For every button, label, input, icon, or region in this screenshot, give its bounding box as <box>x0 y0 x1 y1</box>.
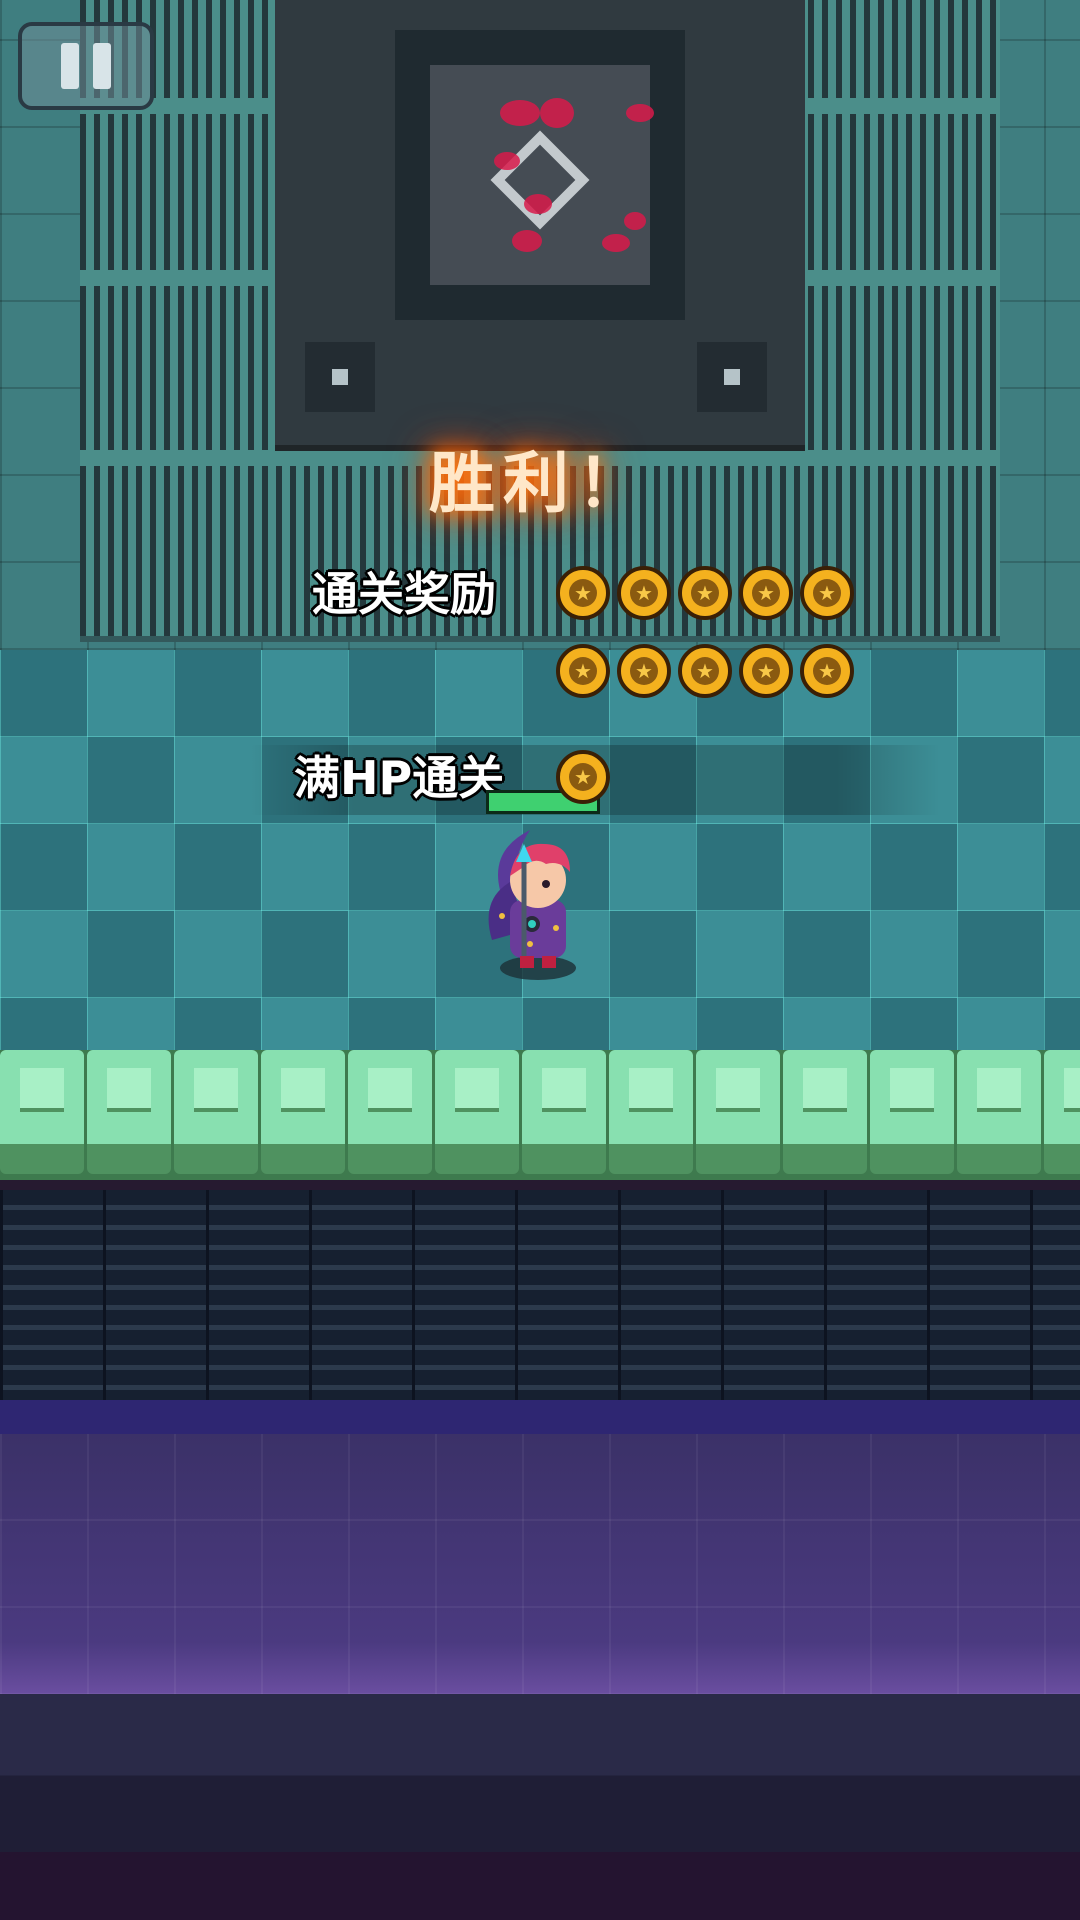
platform-stud <box>697 342 767 412</box>
lower-room <box>0 1434 1080 1694</box>
star-coin-icon: ★ <box>800 566 854 620</box>
star-coin-icon: ★ <box>739 566 793 620</box>
clear-reward-label: 通关奖励 <box>312 567 496 621</box>
green-block <box>87 1050 171 1174</box>
green-block <box>261 1050 345 1174</box>
star-coin-icon: ★ <box>556 750 610 804</box>
dark-wall <box>0 1180 1080 1410</box>
green-block <box>0 1050 84 1174</box>
green-block <box>783 1050 867 1174</box>
full-hp-reward-label: 满HP通关 <box>294 751 505 805</box>
pause-button[interactable] <box>18 22 154 110</box>
star-coin-icon: ★ <box>800 644 854 698</box>
star-coin-icon: ★ <box>678 644 732 698</box>
star-coin-icon: ★ <box>739 644 793 698</box>
star-coin-icon: ★ <box>556 644 610 698</box>
star-coin-icon: ★ <box>617 566 671 620</box>
green-block <box>696 1050 780 1174</box>
metal-chamber <box>0 0 1080 650</box>
green-block <box>522 1050 606 1174</box>
green-block <box>1044 1050 1080 1174</box>
green-block <box>609 1050 693 1174</box>
platform-stud <box>305 342 375 412</box>
green-block <box>174 1050 258 1174</box>
star-coin-icon: ★ <box>678 566 732 620</box>
star-coin-icon: ★ <box>617 644 671 698</box>
green-block <box>348 1050 432 1174</box>
green-block <box>957 1050 1041 1174</box>
victory-title: 胜利！ <box>429 445 651 522</box>
star-coin-icon: ★ <box>556 566 610 620</box>
pause-icon <box>61 43 111 89</box>
wizard-hero <box>488 830 576 980</box>
green-block <box>870 1050 954 1174</box>
green-block-wall <box>0 1050 1080 1180</box>
blood-splat <box>500 100 540 126</box>
green-block <box>435 1050 519 1174</box>
